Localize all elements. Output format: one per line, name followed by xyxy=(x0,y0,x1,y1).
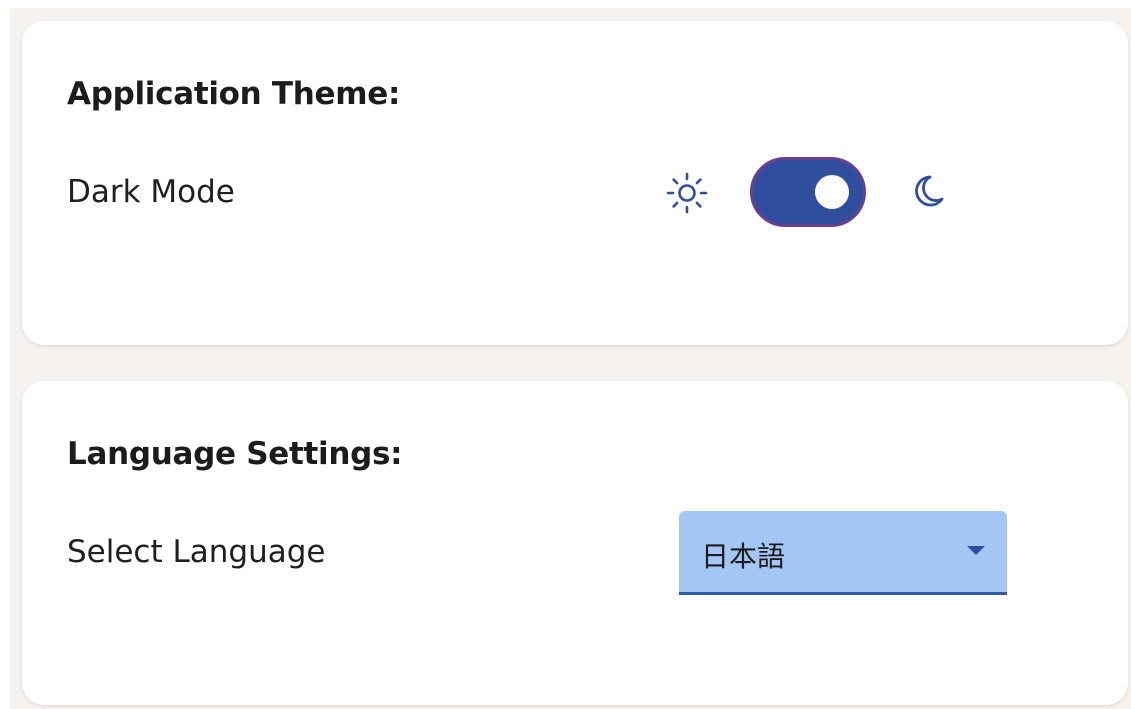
dark-mode-toggle[interactable] xyxy=(750,157,866,227)
select-language-label: Select Language xyxy=(67,534,326,570)
moon-icon xyxy=(915,175,944,207)
caret-down-icon xyxy=(967,546,985,555)
language-settings-card: Language Settings: Select Language 日本語 xyxy=(22,381,1128,705)
theme-settings-card: Application Theme: Dark Mode xyxy=(22,21,1128,345)
theme-section-title: Application Theme: xyxy=(67,76,401,112)
dark-mode-label: Dark Mode xyxy=(67,174,235,210)
toggle-knob xyxy=(815,175,849,209)
language-section-title: Language Settings: xyxy=(67,436,403,472)
selected-language: 日本語 xyxy=(701,540,786,573)
language-select[interactable]: 日本語 xyxy=(679,511,1007,595)
sun-icon xyxy=(666,172,708,214)
